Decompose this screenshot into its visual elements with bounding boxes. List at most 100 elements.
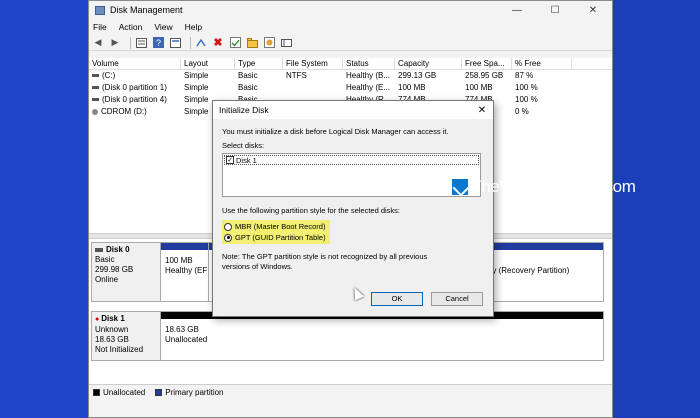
- disk-1-label[interactable]: ● Disk 1 Unknown 18.63 GB Not Initialized: [91, 311, 161, 361]
- mbr-label: MBR (Master Boot Record): [235, 222, 326, 231]
- disk-1-partitions: 18.63 GB Unallocated: [161, 311, 604, 361]
- drive-icon[interactable]: [280, 37, 292, 49]
- menu-view[interactable]: View: [154, 22, 172, 32]
- column-header-status[interactable]: Status: [343, 58, 395, 69]
- dialog-buttons: OK Cancel: [363, 292, 483, 306]
- cell-type: Basic: [238, 71, 258, 80]
- forward-icon[interactable]: ▶: [109, 37, 121, 49]
- watermark-text: TheWindowsClub.com: [471, 177, 636, 196]
- minimize-button[interactable]: —: [498, 5, 536, 16]
- cancel-button[interactable]: Cancel: [431, 292, 483, 306]
- partition-status: Unallocated: [165, 335, 208, 344]
- partition-unallocated[interactable]: 18.63 GB Unallocated: [161, 312, 603, 360]
- partition-size: 100 MB: [165, 256, 193, 265]
- disk-status: Not Initialized: [95, 345, 144, 354]
- menu-help[interactable]: Help: [185, 22, 202, 32]
- disk-select-list[interactable]: ✓ Disk 1: [222, 153, 481, 197]
- column-header-layout[interactable]: Layout: [181, 58, 235, 69]
- volume-list-header: Volume Layout Type File System Status Ca…: [89, 58, 612, 70]
- disk-type: Unknown: [95, 325, 129, 334]
- partition-size: 18.63 GB: [165, 325, 199, 334]
- cell-percent-free: 87 %: [515, 71, 534, 80]
- cell-capacity: 100 MB: [398, 83, 426, 92]
- cell-file-system: NTFS: [286, 71, 307, 80]
- disk-name: Disk 0: [106, 245, 130, 254]
- list-item[interactable]: ✓ Disk 1: [224, 155, 479, 165]
- ok-button[interactable]: OK: [371, 292, 423, 306]
- initialize-disk-dialog: Initialize Disk ✕ You must initialize a …: [212, 100, 494, 317]
- disk-management-app-icon: [95, 5, 105, 15]
- cell-status: Healthy (E...: [346, 83, 391, 92]
- disk-1-row[interactable]: ● Disk 1 Unknown 18.63 GB Not Initialized…: [91, 311, 604, 361]
- cell-type: Basic: [238, 83, 258, 92]
- cell-percent-free: 0 %: [515, 107, 529, 116]
- gpt-radio[interactable]: [224, 233, 232, 242]
- column-header-percent-free[interactable]: % Free: [512, 58, 572, 69]
- cell-file-system: [283, 82, 343, 94]
- gpt-label: GPT (GUID Partition Table): [235, 233, 326, 242]
- table-row[interactable]: (C:) Simple Basic NTFS Healthy (B... 299…: [89, 70, 612, 82]
- desktop-background-left: [0, 0, 88, 418]
- menu-file[interactable]: File: [93, 22, 107, 32]
- disk-name: Disk 1: [101, 314, 125, 323]
- dialog-intro: You must initialize a disk before Logica…: [222, 127, 449, 136]
- dialog-close-icon[interactable]: ✕: [471, 105, 493, 116]
- legend: Unallocated Primary partition: [89, 384, 612, 400]
- refresh-icon[interactable]: [169, 37, 181, 49]
- column-header-file-system[interactable]: File System: [283, 58, 343, 69]
- legend-label: Unallocated: [103, 388, 146, 397]
- cdrom-icon: [92, 108, 98, 115]
- legend-label: Primary partition: [165, 388, 224, 397]
- volume-icon: [92, 86, 99, 90]
- disk-size: 18.63 GB: [95, 335, 129, 344]
- check-icon[interactable]: [229, 37, 241, 49]
- gpt-option[interactable]: GPT (GUID Partition Table): [224, 232, 326, 243]
- disk-size: 299.98 GB: [95, 265, 134, 274]
- table-row[interactable]: (Disk 0 partition 1) Simple Basic Health…: [89, 82, 612, 94]
- disk-type: Basic: [95, 255, 115, 264]
- mbr-radio[interactable]: [224, 222, 232, 231]
- svg-text:?: ?: [156, 38, 161, 48]
- rescan-icon[interactable]: [195, 37, 207, 49]
- partition-bar: [161, 243, 208, 250]
- back-icon[interactable]: ◀: [92, 37, 104, 49]
- volume-icon: [92, 74, 99, 78]
- cell-status: Healthy (B...: [346, 71, 391, 80]
- column-header-volume[interactable]: Volume: [89, 58, 181, 69]
- maximize-button[interactable]: ☐: [536, 5, 574, 16]
- column-header-capacity[interactable]: Capacity: [395, 58, 462, 69]
- cell-free-space: 258.95 GB: [465, 71, 504, 80]
- close-button[interactable]: ✕: [574, 5, 612, 16]
- disk-status: Online: [95, 275, 119, 284]
- toolbar-separator: [190, 36, 191, 49]
- cell-layout: Simple: [184, 83, 209, 92]
- volume-icon: [92, 98, 99, 102]
- toolbar-separator: [130, 36, 131, 49]
- select-disks-label: Select disks:: [222, 141, 265, 150]
- format-icon[interactable]: [263, 37, 275, 49]
- partition-style-group: MBR (Master Boot Record) GPT (GUID Parti…: [222, 220, 330, 244]
- delete-icon[interactable]: ✖: [212, 37, 224, 49]
- column-header-free-space[interactable]: Free Spa...: [462, 58, 512, 69]
- partition-status: Healthy (EFI: [165, 266, 209, 275]
- dialog-title: Initialize Disk: [219, 105, 269, 115]
- disk-not-initialized-icon: ●: [95, 316, 100, 323]
- partition-style-label: Use the following partition style for th…: [222, 206, 401, 215]
- properties-icon[interactable]: [135, 37, 147, 49]
- desktop-background-right: [610, 0, 700, 418]
- disk-item-label: Disk 1: [236, 155, 257, 165]
- mbr-option[interactable]: MBR (Master Boot Record): [224, 221, 326, 232]
- disk-icon: [95, 247, 103, 252]
- partition-efi[interactable]: 100 MB Healthy (EFI: [161, 243, 209, 301]
- gpt-note: Note: The GPT partition style is not rec…: [222, 252, 428, 271]
- toolbar: ◀ ▶ ? ✖: [89, 35, 612, 51]
- menu-action[interactable]: Action: [119, 22, 143, 32]
- column-header-type[interactable]: Type: [235, 58, 283, 69]
- cell-volume: CDROM (D:): [101, 107, 147, 116]
- help-icon[interactable]: ?: [152, 37, 164, 49]
- menu-bar: File Action View Help: [89, 19, 612, 35]
- disk-1-checkbox[interactable]: ✓: [226, 156, 234, 164]
- disk-0-label[interactable]: Disk 0 Basic 299.98 GB Online: [91, 242, 161, 302]
- cell-volume: (Disk 0 partition 4): [102, 95, 167, 104]
- folder-icon[interactable]: [246, 37, 258, 49]
